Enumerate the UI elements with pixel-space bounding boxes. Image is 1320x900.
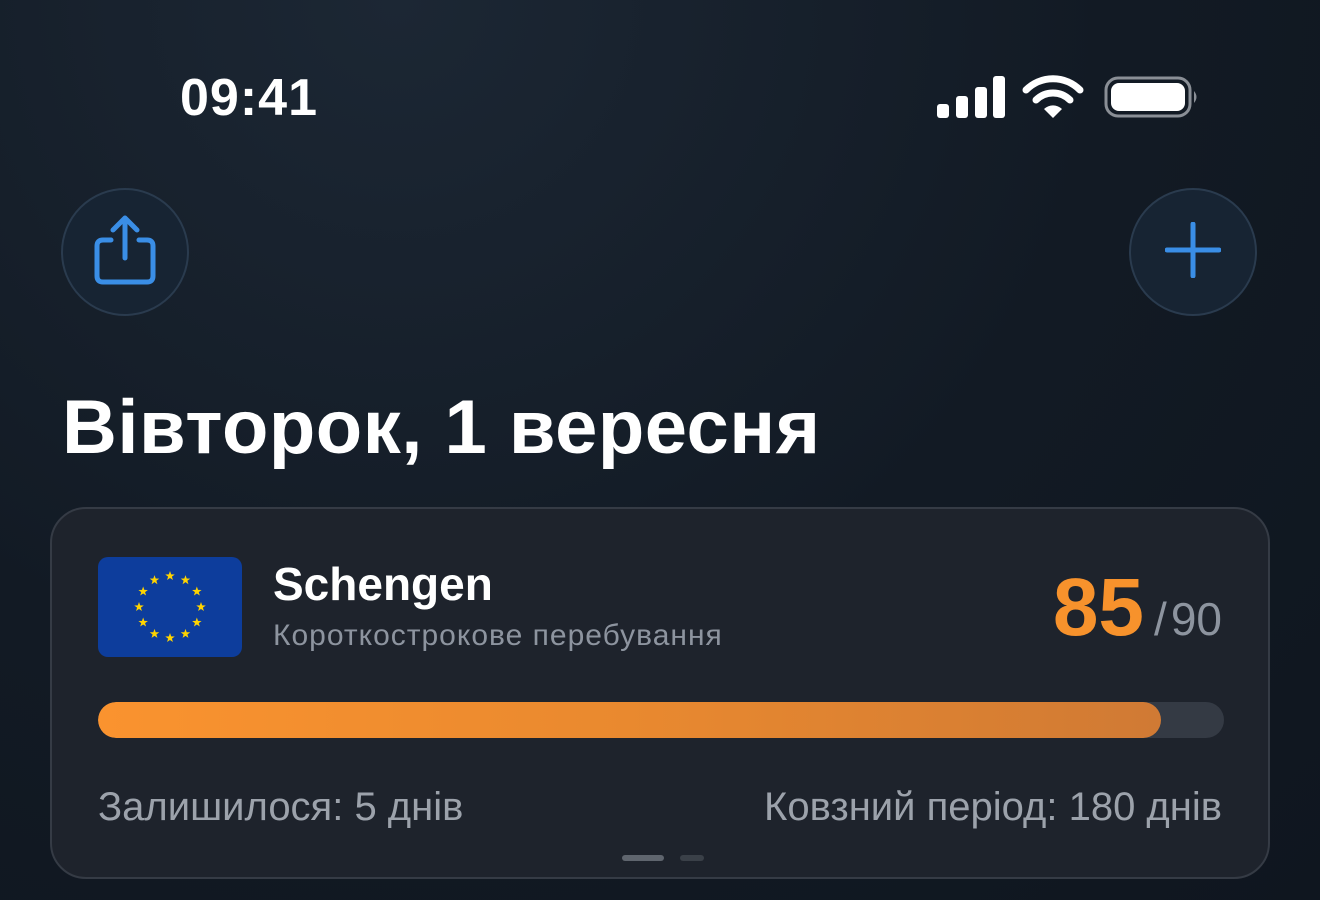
battery-icon xyxy=(1104,76,1200,118)
eu-star xyxy=(180,575,191,585)
eu-star xyxy=(180,628,191,638)
eu-star xyxy=(196,602,206,612)
days-separator: / xyxy=(1154,593,1167,645)
schengen-card[interactable]: Schengen Короткострокове перебування 85/… xyxy=(50,507,1270,879)
days-total: 90 xyxy=(1170,593,1222,645)
wifi-icon xyxy=(1022,74,1084,120)
plus-icon xyxy=(1164,221,1222,283)
page-indicator[interactable] xyxy=(622,855,706,863)
eu-flag-icon xyxy=(98,557,242,657)
eu-star xyxy=(192,617,202,627)
eu-star xyxy=(165,633,175,643)
cellular-signal-icon xyxy=(937,76,1005,118)
eu-star xyxy=(134,602,144,612)
days-progress-fill xyxy=(98,702,1161,738)
status-bar: 09:41 xyxy=(0,0,1320,160)
eu-star xyxy=(149,628,160,638)
rolling-period-text: Ковзний період: 180 днів xyxy=(764,785,1222,829)
eu-star xyxy=(165,571,175,581)
eu-star xyxy=(192,586,202,596)
page-dot-active[interactable] xyxy=(622,855,664,861)
days-counter: 85/90 xyxy=(1053,561,1222,655)
page-title: Вівторок, 1 вересня xyxy=(62,385,821,470)
card-title: Schengen xyxy=(273,558,493,610)
page-dot[interactable] xyxy=(680,855,704,861)
remaining-days-text: Залишилося: 5 днів xyxy=(98,785,464,829)
eu-star xyxy=(138,586,148,596)
status-time: 09:41 xyxy=(180,69,318,127)
eu-star xyxy=(149,575,160,585)
add-button[interactable] xyxy=(1129,188,1257,316)
share-icon xyxy=(93,214,157,291)
share-button[interactable] xyxy=(61,188,189,316)
days-progress-bar xyxy=(98,702,1224,738)
card-subtitle: Короткострокове перебування xyxy=(273,619,723,652)
days-used: 85 xyxy=(1052,562,1145,653)
eu-star xyxy=(138,617,148,627)
